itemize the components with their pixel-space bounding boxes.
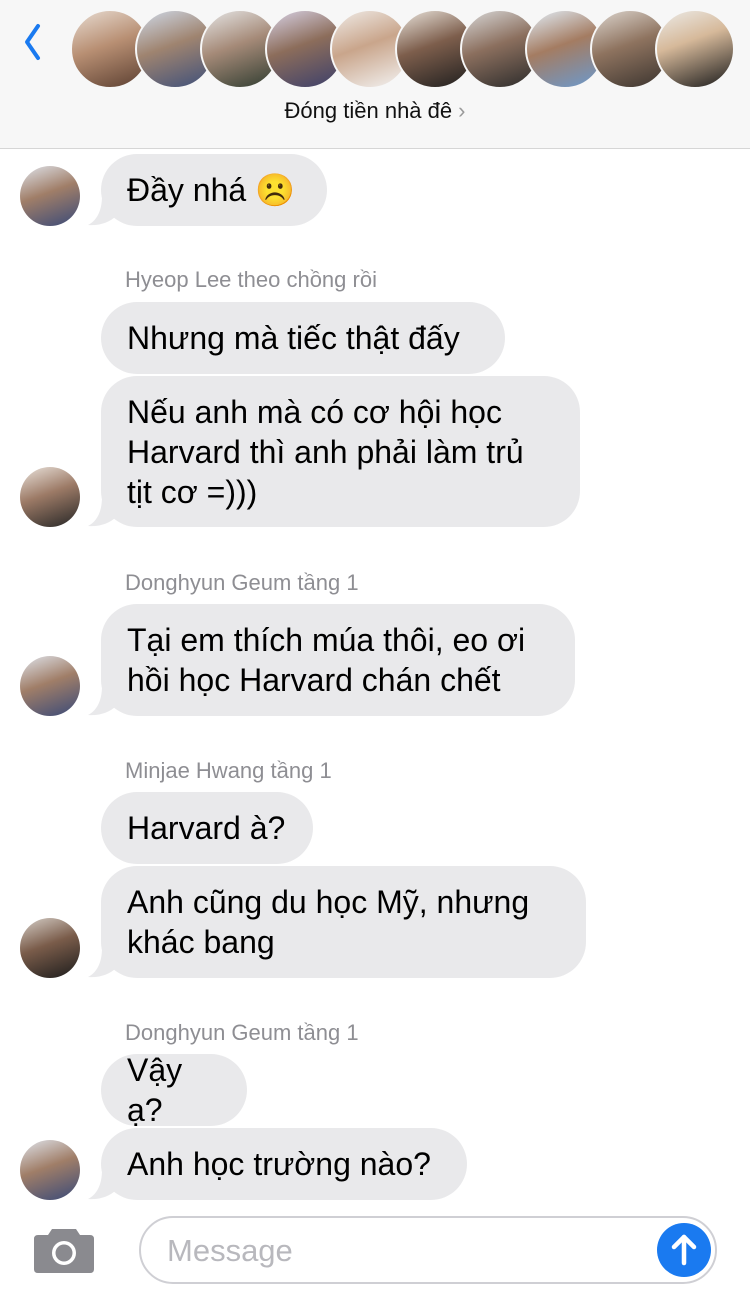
message-line: Anh cũng du học Mỹ, nhưng [127,884,530,920]
message-line: Harvard thì anh phải làm trủ [127,434,524,470]
group-name-button[interactable]: Đóng tiền nhà đê › [0,98,750,124]
sender-name: Donghyun Geum tầng 1 [125,1020,359,1045]
message-bubble[interactable]: Harvard à? [101,792,313,864]
message-bubble[interactable]: Anh cũng du học Mỹ, nhưng khác bang [101,866,586,978]
message-line: Nếu anh mà có cơ hội học [127,394,502,430]
message-text: Tại em thích múa thôi, eo ơi hồi học Har… [127,620,525,700]
send-arrow-icon [671,1234,697,1266]
sender-name: Hyeop Lee theo chồng rồi [125,267,377,292]
message-line: tịt cơ =))) [127,474,258,510]
message-line: hồi học Harvard chán chết [127,662,501,698]
message-bubble[interactable]: Tại em thích múa thôi, eo ơi hồi học Har… [101,604,575,716]
message-text: Nhưng mà tiếc thật đấy [127,320,460,356]
message-bubble[interactable]: Vậy ạ? [101,1052,247,1128]
message-bubble[interactable]: Nhưng mà tiếc thật đấy [101,302,505,374]
sender-avatar[interactable] [20,467,80,527]
sender-avatar[interactable] [20,1140,80,1200]
group-name-label: Đóng tiền nhà đê [284,98,453,123]
send-button[interactable] [657,1223,711,1277]
message-bubble[interactable]: Đầy nhá ☹️ [101,154,327,226]
message-text: Harvard à? [127,810,286,846]
member-avatar [655,9,735,89]
chevron-right-icon: › [458,98,466,123]
message-line: Tại em thích múa thôi, eo ơi [127,622,526,658]
message-bubble[interactable]: Nếu anh mà có cơ hội học Harvard thì anh… [101,376,580,527]
conversation-header: Đóng tiền nhà đê › [0,0,750,149]
message-text: Anh học trường nào? [127,1146,431,1182]
back-chevron-icon[interactable] [18,20,48,64]
sender-name: Donghyun Geum tầng 1 [125,570,359,595]
message-text: Đầy nhá ☹️ [127,172,295,208]
sender-avatar[interactable] [20,918,80,978]
message-line: khác bang [127,924,275,960]
sender-avatar[interactable] [20,166,80,226]
message-bubble[interactable]: Anh học trường nào? [101,1128,467,1200]
message-text: Nếu anh mà có cơ hội học Harvard thì anh… [127,392,524,512]
message-text: Anh cũng du học Mỹ, nhưng khác bang [127,882,529,962]
message-input-container[interactable] [139,1216,717,1284]
message-input[interactable] [165,1228,649,1274]
camera-icon[interactable] [32,1225,96,1275]
message-text: Vậy ạ? [127,1052,183,1128]
sender-name: Minjae Hwang tầng 1 [125,758,332,783]
sender-avatar[interactable] [20,656,80,716]
